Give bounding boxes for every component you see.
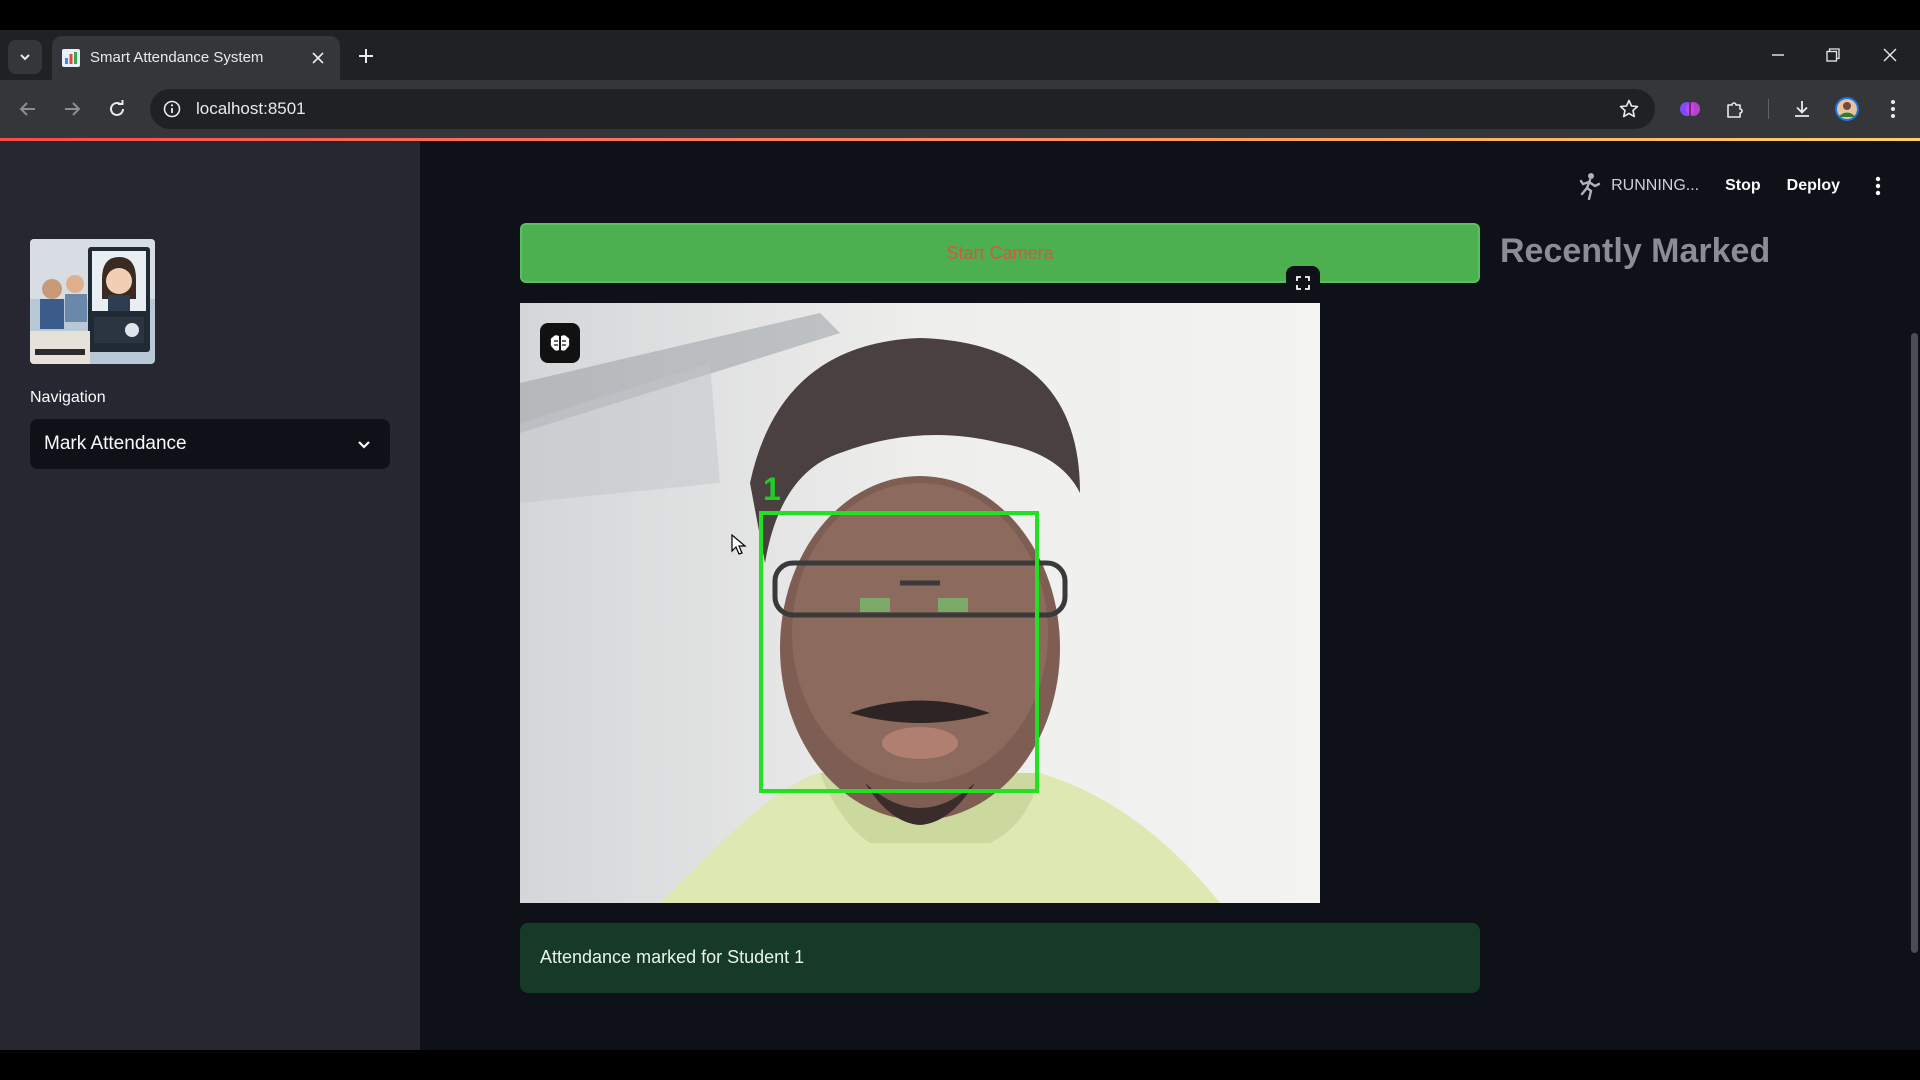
mouse-cursor-icon: [731, 534, 747, 555]
close-icon: [312, 52, 324, 64]
navigation-label: Navigation: [30, 389, 106, 406]
close-icon: [1883, 48, 1897, 62]
chrome-menu-button[interactable]: [1877, 93, 1909, 125]
face-detection-box: [759, 511, 1039, 793]
tab-search-button[interactable]: [8, 40, 42, 74]
main-menu-button[interactable]: [1866, 174, 1890, 198]
camera-feed: 1: [520, 303, 1320, 903]
restore-icon: [1826, 48, 1840, 62]
extension-button[interactable]: [1674, 93, 1706, 125]
selected-page: Mark Attendance: [44, 433, 187, 454]
fullscreen-button[interactable]: [1286, 266, 1320, 300]
streamlit-app: Navigation Mark Attendance RUNNING... St…: [0, 141, 1920, 1050]
bookmark-button[interactable]: [1617, 97, 1641, 121]
kebab-icon: [1891, 100, 1895, 118]
success-message: Attendance marked for Student 1: [540, 947, 805, 967]
download-icon: [1795, 101, 1809, 117]
tab-strip: Smart Attendance System: [0, 30, 1920, 80]
success-alert: Attendance marked for Student 1: [520, 923, 1480, 993]
info-icon: [163, 100, 181, 118]
bar-chart-icon: [62, 49, 80, 67]
close-tab-button[interactable]: [306, 46, 330, 70]
address-bar[interactable]: localhost:8501: [150, 89, 1655, 129]
puzzle-icon: [1727, 102, 1743, 118]
streamlit-topbar: RUNNING... Stop Deploy: [1577, 169, 1890, 203]
status-text: RUNNING...: [1611, 177, 1700, 194]
url-text[interactable]: localhost:8501: [196, 99, 306, 119]
start-camera-button[interactable]: Start Camera: [520, 223, 1480, 283]
toolbar-divider: [1768, 99, 1769, 119]
restore-button[interactable]: [1813, 38, 1853, 72]
face-id-label: 1: [763, 471, 781, 507]
plus-icon: [359, 49, 373, 63]
reload-button[interactable]: [101, 93, 133, 125]
site-info-button[interactable]: [160, 97, 184, 121]
running-man-icon: [1579, 173, 1601, 200]
new-tab-button[interactable]: [352, 42, 380, 70]
sidebar: Navigation Mark Attendance: [0, 141, 420, 1050]
logo-image: [30, 239, 155, 364]
chevron-down-icon[interactable]: [352, 432, 376, 456]
active-tab[interactable]: Smart Attendance System: [52, 36, 340, 80]
avatar: [1835, 97, 1859, 121]
download-button[interactable]: [1786, 93, 1818, 125]
recently-marked-heading: Recently Marked: [1500, 232, 1771, 270]
navigation-select[interactable]: Mark Attendance: [30, 419, 390, 469]
fullscreen-icon: [1296, 276, 1310, 290]
back-button[interactable]: [12, 93, 44, 125]
browser-toolbar: localhost:8501: [0, 80, 1920, 138]
profile-button[interactable]: [1831, 93, 1863, 125]
brain-icon: [550, 335, 570, 351]
minimize-button[interactable]: [1758, 38, 1798, 72]
tab-title: Smart Attendance System: [90, 49, 264, 66]
stop-button[interactable]: Stop: [1725, 177, 1761, 195]
reload-icon: [110, 100, 124, 116]
star-icon: [1619, 99, 1639, 118]
arrow-left-icon: [19, 102, 35, 116]
browser-window: Smart Attendance System localhost:8501 N…: [0, 0, 1920, 1080]
brain-overlay-button[interactable]: [540, 323, 580, 363]
forward-button[interactable]: [56, 93, 88, 125]
close-window-button[interactable]: [1870, 38, 1910, 72]
brain-extension-icon: [1680, 102, 1700, 116]
chevron-down-icon: [20, 54, 30, 61]
minimize-icon: [1772, 54, 1784, 56]
main-scrollbar[interactable]: [1911, 333, 1918, 953]
deploy-button[interactable]: Deploy: [1787, 177, 1840, 195]
arrow-right-icon: [65, 102, 81, 116]
running-status: RUNNING...: [1577, 172, 1699, 200]
kebab-icon: [1875, 176, 1881, 196]
extensions-button[interactable]: [1719, 93, 1751, 125]
